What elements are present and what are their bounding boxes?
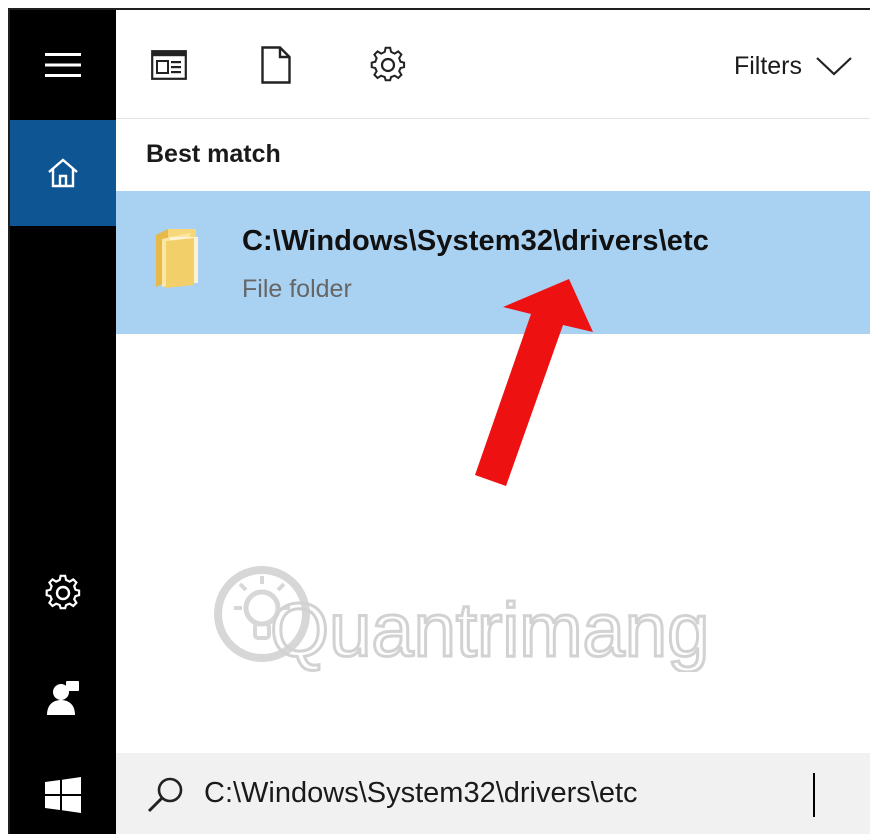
search-window: Filters Best match C:\Windows\System32\d… xyxy=(8,8,870,834)
result-title: C:\Windows\System32\drivers\etc xyxy=(242,225,710,257)
folder-icon xyxy=(156,229,198,288)
lightbulb-logo-icon: Quantrimang xyxy=(214,566,711,675)
filters-label: Filters xyxy=(733,51,802,80)
search-input[interactable] xyxy=(204,767,844,819)
best-match-heading: Best match xyxy=(146,140,281,168)
hamburger-menu-icon xyxy=(45,53,81,77)
filters-dropdown[interactable]: Filters xyxy=(734,46,852,86)
home-button[interactable] xyxy=(10,120,116,226)
watermark-text: Quantrimang xyxy=(270,588,709,672)
documents-filter-button[interactable] xyxy=(251,40,301,90)
windows-start-icon xyxy=(45,777,81,813)
settings-filter-button[interactable] xyxy=(363,40,413,90)
annotation-arrow-icon xyxy=(475,279,593,486)
text-caret xyxy=(813,773,815,817)
result-item-etc-folder[interactable]: C:\Windows\System32\drivers\etc File fol… xyxy=(116,191,870,334)
home-icon xyxy=(48,158,78,188)
user-button[interactable] xyxy=(10,650,116,746)
settings-icon xyxy=(45,574,81,610)
search-bar xyxy=(116,753,870,834)
search-icon xyxy=(147,777,183,813)
settings-button[interactable] xyxy=(10,545,116,641)
apps-icon xyxy=(151,50,187,80)
menu-button[interactable] xyxy=(10,12,116,118)
settings-icon xyxy=(370,46,406,82)
apps-filter-button[interactable] xyxy=(144,40,194,90)
chevron-down-icon xyxy=(816,57,852,76)
user-icon xyxy=(47,681,79,715)
watermark: Quantrimang xyxy=(210,562,711,677)
start-button[interactable] xyxy=(10,754,116,834)
search-filter-toolbar: Filters xyxy=(116,10,870,119)
result-subtitle: File folder xyxy=(242,275,352,303)
documents-icon xyxy=(261,46,291,84)
left-rail xyxy=(10,10,116,834)
